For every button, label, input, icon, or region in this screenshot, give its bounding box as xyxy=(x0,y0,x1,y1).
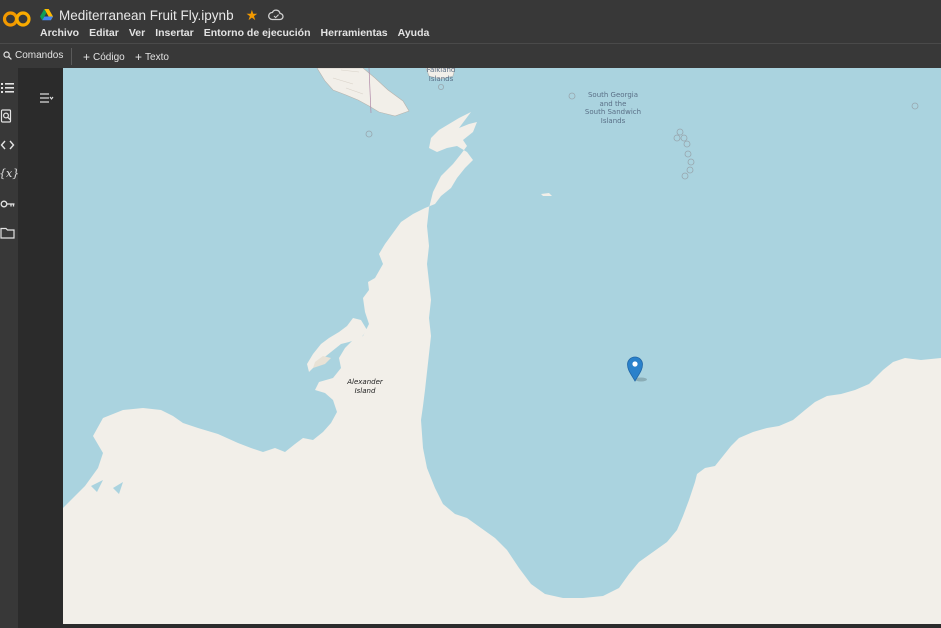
code-snippets-icon[interactable] xyxy=(0,138,16,152)
menu-herramientas[interactable]: Herramientas xyxy=(321,27,388,39)
map-label-south-georgia: South Georgia and the South Sandwich Island… xyxy=(584,91,642,125)
notebook-title[interactable]: Mediterranean Fruit Fly.ipynb xyxy=(59,8,234,23)
add-code-button[interactable]: + Código xyxy=(83,50,125,64)
find-icon[interactable] xyxy=(0,109,16,123)
files-folder-icon[interactable] xyxy=(0,226,16,240)
commands-button[interactable]: Comandos xyxy=(3,50,63,61)
menu-insertar[interactable]: Insertar xyxy=(155,27,194,39)
menu-editar[interactable]: Editar xyxy=(89,27,119,39)
add-code-label: Código xyxy=(93,51,125,63)
map-label-alexander-island: Alexander Island xyxy=(347,378,383,395)
menu-archivo[interactable]: Archivo xyxy=(40,27,79,39)
map-pin-marker[interactable] xyxy=(626,355,648,383)
toolbar-divider xyxy=(71,48,72,65)
notebook-toolbar: Comandos + Código + Texto xyxy=(0,43,941,69)
add-text-button[interactable]: + Texto xyxy=(135,50,169,64)
secrets-key-icon[interactable] xyxy=(0,197,16,211)
star-icon[interactable]: ★ xyxy=(246,7,259,24)
cell-gutter xyxy=(18,68,63,628)
menu-ver[interactable]: Ver xyxy=(129,27,145,39)
map-label-falkland: Falkland Islands xyxy=(426,68,456,83)
menu-entorno[interactable]: Entorno de ejecución xyxy=(204,27,311,39)
collapse-output-icon[interactable] xyxy=(38,92,54,106)
map-output[interactable]: Falkland Islands South Georgia and the Sout… xyxy=(63,68,941,624)
map-land xyxy=(63,68,941,624)
output-bottom-bar xyxy=(63,624,941,628)
commands-label: Comandos xyxy=(15,50,64,61)
left-sidebar: {x} xyxy=(0,68,19,628)
menu-ayuda[interactable]: Ayuda xyxy=(398,27,430,39)
add-text-label: Texto xyxy=(145,51,169,63)
plus-icon: + xyxy=(135,50,143,64)
variables-icon[interactable]: {x} xyxy=(0,167,19,181)
search-icon xyxy=(3,51,12,60)
title-row: Mediterranean Fruit Fly.ipynb ★ xyxy=(40,6,284,24)
cloud-saved-icon[interactable] xyxy=(268,9,284,21)
menu-bar: Archivo Editar Ver Insertar Entorno de e… xyxy=(40,27,439,39)
app-header: Mediterranean Fruit Fly.ipynb ★ Archivo … xyxy=(0,0,941,43)
colab-logo-icon[interactable] xyxy=(2,9,32,29)
plus-icon: + xyxy=(83,50,91,64)
google-drive-icon[interactable] xyxy=(40,9,53,21)
table-of-contents-icon[interactable] xyxy=(0,81,16,95)
